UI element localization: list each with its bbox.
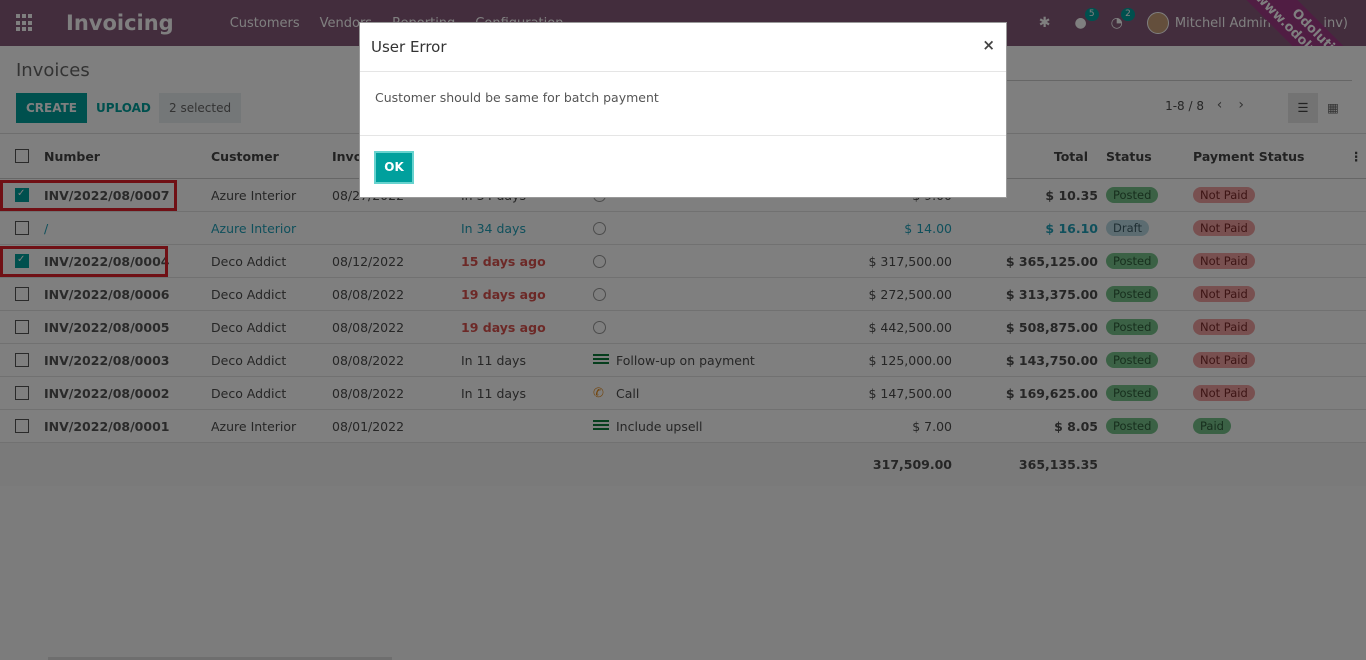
user-error-dialog: User Error × Customer should be same for… — [359, 22, 1007, 198]
dialog-body: Customer should be same for batch paymen… — [360, 72, 1006, 136]
dialog-message: Customer should be same for batch paymen… — [375, 90, 659, 105]
dialog-title: User Error — [371, 38, 447, 56]
ok-button[interactable]: OK — [374, 151, 414, 184]
close-icon[interactable]: × — [982, 36, 995, 54]
dialog-header: User Error × — [360, 23, 1006, 72]
